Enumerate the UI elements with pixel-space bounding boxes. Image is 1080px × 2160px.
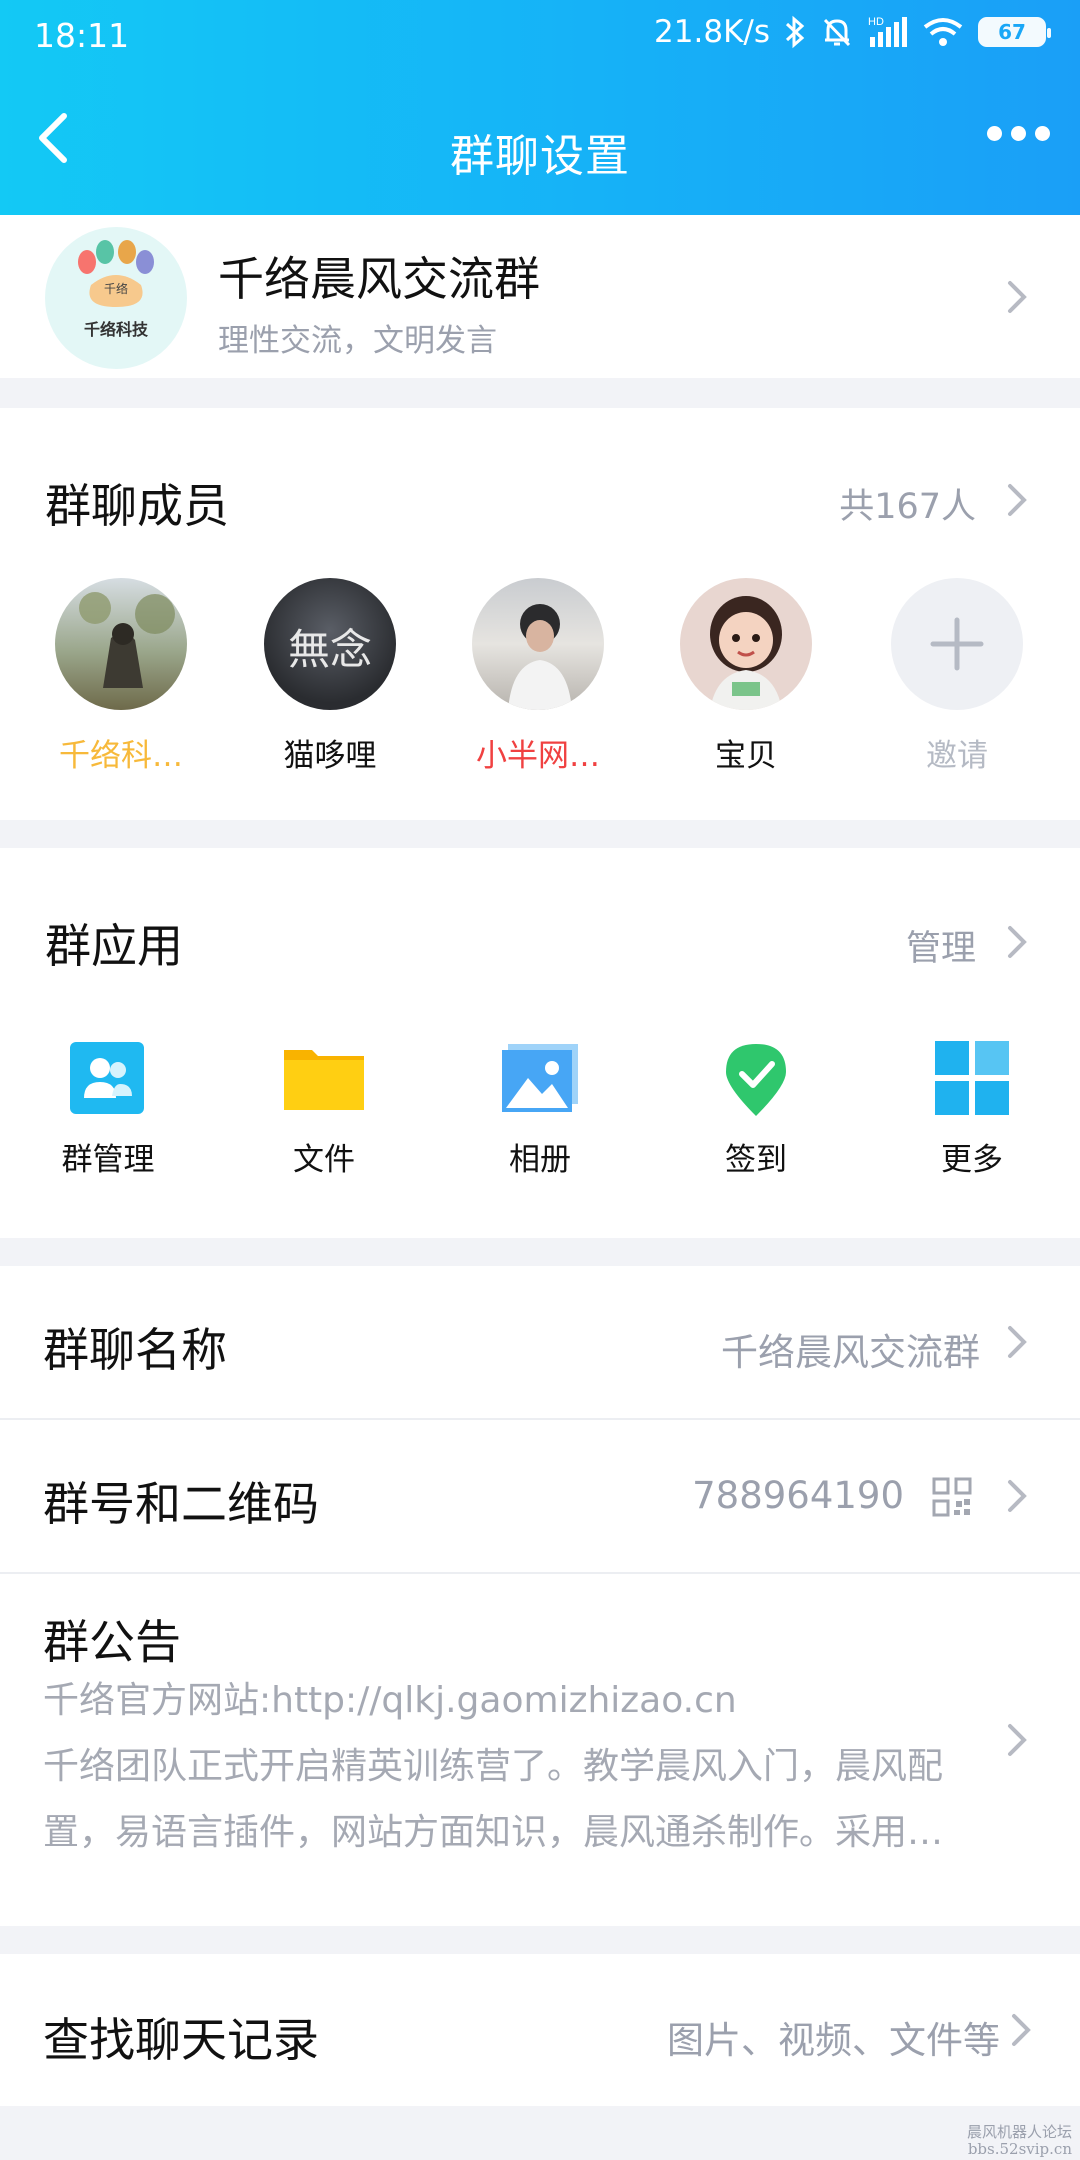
app-label: 文件: [293, 1142, 355, 1178]
plus-icon: [930, 617, 984, 671]
app-group-manage[interactable]: 群管理: [18, 1038, 198, 1179]
app-label: 更多: [941, 1142, 1003, 1178]
apps-manage-link[interactable]: 管理: [906, 920, 976, 971]
chevron-right-icon: [1006, 277, 1030, 317]
member-item[interactable]: 宝贝: [671, 578, 821, 775]
member-avatar-text: 無念: [287, 625, 372, 674]
group-number: 788964190: [692, 1474, 904, 1517]
chevron-right-icon: [1006, 1322, 1030, 1362]
settings-rows: 群聊名称 千络晨风交流群 群号和二维码 788964190 群公告 千络官方网站…: [0, 1266, 1080, 1926]
invite-avatar: [891, 578, 1023, 710]
chevron-right-icon[interactable]: [1006, 480, 1030, 520]
folder-icon: [284, 1038, 364, 1118]
signal-icon: HD: [868, 15, 908, 49]
nav-bar: 群聊设置: [0, 90, 1080, 200]
more-dot-icon: [987, 126, 1002, 141]
member-avatar: [472, 578, 604, 710]
battery-indicator: 67: [978, 17, 1051, 47]
check-in-icon: [716, 1038, 796, 1118]
group-number-row[interactable]: 群号和二维码 788964190: [0, 1420, 1080, 1572]
member-item[interactable]: 千络科…: [46, 578, 196, 775]
notice-line: 千络团队正式开启精英训练营了。教学晨风入门，晨风配: [43, 1746, 944, 1787]
bluetooth-icon: [784, 15, 806, 49]
member-count[interactable]: 共167人: [839, 478, 976, 529]
invite-label: 邀请: [926, 738, 988, 774]
chevron-right-icon: [1010, 2010, 1034, 2050]
apps-title: 群应用: [45, 919, 183, 973]
invite-member-button[interactable]: 邀请: [882, 578, 1032, 775]
member-name: 宝贝: [715, 738, 777, 774]
row-title: 群公告: [43, 1615, 181, 1669]
status-bar: 18:11 21.8K/s HD 67: [0, 0, 1080, 76]
app-checkin[interactable]: 签到: [666, 1038, 846, 1179]
member-name: 猫哆哩: [283, 738, 377, 774]
row-title: 查找聊天记录: [43, 2013, 319, 2067]
group-name-row[interactable]: 群聊名称 千络晨风交流群: [0, 1266, 1080, 1418]
qr-code-icon: [932, 1477, 972, 1521]
member-name: 小半网…: [476, 738, 600, 774]
watermark: 晨风机器人论坛 bbs.52svip.cn: [967, 2124, 1072, 2158]
chevron-right-icon[interactable]: [1006, 922, 1030, 962]
app-label: 签到: [725, 1142, 787, 1178]
group-name: 千络晨风交流群: [218, 252, 540, 306]
chevron-right-icon: [1006, 1476, 1030, 1516]
app-files[interactable]: 文件: [234, 1038, 414, 1179]
more-apps-icon: [932, 1038, 1012, 1118]
more-options-button[interactable]: [987, 126, 1050, 141]
group-manage-icon: [68, 1038, 148, 1118]
more-dot-icon: [1035, 126, 1050, 141]
network-speed: 21.8K/s: [654, 14, 770, 50]
group-notice-row[interactable]: 群公告 千络官方网站:http://qlkj.gaomizhizao.cn 千络…: [0, 1574, 1080, 1926]
status-time: 18:11: [34, 16, 130, 55]
group-description: 理性交流，文明发言: [218, 323, 497, 359]
status-icons: 21.8K/s HD 67: [654, 14, 1051, 50]
watermark-line: bbs.52svip.cn: [967, 2140, 1072, 2158]
member-avatar: [55, 578, 187, 710]
app-label: 相册: [509, 1142, 571, 1178]
member-avatar: 無念: [264, 578, 396, 710]
photo-album-icon: [500, 1038, 580, 1118]
row-value: 千络晨风交流群: [721, 1331, 980, 1374]
group-avatar: 千络 千络科技: [45, 227, 187, 369]
avatar-brand-text: 千络科技: [84, 320, 149, 339]
search-history-row[interactable]: 查找聊天记录 图片、视频、文件等: [0, 1954, 1080, 2106]
mute-bell-icon: [820, 15, 854, 49]
notice-line: 置，易语言插件，网站方面知识，晨风通杀制作。采用…: [43, 1812, 944, 1853]
member-item[interactable]: 無念 猫哆哩: [255, 578, 405, 775]
group-info-row[interactable]: 千络 千络科技 千络晨风交流群 理性交流，文明发言: [0, 215, 1080, 378]
more-dot-icon: [1011, 126, 1026, 141]
app-more[interactable]: 更多: [882, 1038, 1062, 1179]
paw-logo-icon: 千络 千络科技: [78, 240, 154, 339]
member-avatar: [680, 578, 812, 710]
row-value: 图片、视频、文件等: [667, 2019, 1000, 2062]
member-item[interactable]: 小半网…: [463, 578, 613, 775]
header: 18:11 21.8K/s HD 67 群聊设置: [0, 0, 1080, 215]
group-apps-section: 群应用 管理 群管理 文件 相册 签到 更多: [0, 848, 1080, 1238]
hd-label: HD: [868, 16, 884, 28]
app-label: 群管理: [61, 1142, 155, 1178]
wifi-icon: [922, 15, 964, 49]
avatar-inner-text: 千络: [104, 281, 128, 296]
members-section: 群聊成员 共167人 千络科… 無念 猫哆哩 小半网… 宝贝 邀请: [0, 408, 1080, 820]
chevron-right-icon: [1006, 1720, 1030, 1760]
row-title: 群聊名称: [43, 1323, 227, 1377]
row-title: 群号和二维码: [43, 1477, 319, 1531]
watermark-line: 晨风机器人论坛: [966, 2123, 1072, 2141]
members-title: 群聊成员: [45, 479, 229, 533]
page-title: 群聊设置: [450, 131, 630, 182]
notice-line: 千络官方网站:http://qlkj.gaomizhizao.cn: [43, 1680, 737, 1721]
app-album[interactable]: 相册: [450, 1038, 630, 1179]
member-name: 千络科…: [59, 738, 183, 774]
